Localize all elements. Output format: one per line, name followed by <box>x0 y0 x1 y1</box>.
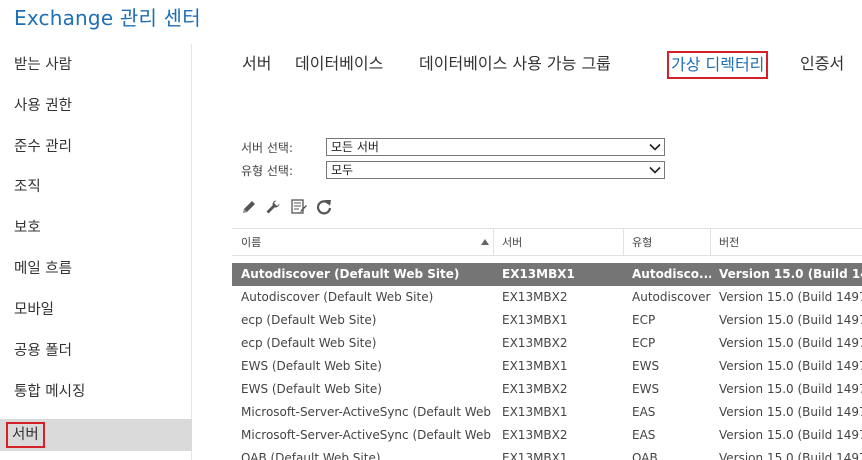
cell-name: EWS (Default Web Site) <box>241 359 382 373</box>
sidebar-item-label: 메일 흐름 <box>14 261 72 277</box>
cell-server: EX13MBX1 <box>502 313 568 327</box>
cell-type: ECP <box>632 336 656 350</box>
wrench-icon[interactable] <box>264 198 282 216</box>
table-row[interactable]: OAB (Default Web Site) EX13MBX1 OAB Vers… <box>232 447 862 460</box>
table-row[interactable]: ecp (Default Web Site) EX13MBX1 ECP Vers… <box>232 309 862 332</box>
sidebar-item-label: 받는 사람 <box>14 57 72 73</box>
server-select[interactable]: 모든 서버 <box>326 138 665 156</box>
sidebar-item-public-folders[interactable]: 공용 폴더 <box>0 336 192 366</box>
app-title: Exchange 관리 센터 <box>14 6 201 30</box>
cell-name: ecp (Default Web Site) <box>241 336 377 350</box>
cell-name: EWS (Default Web Site) <box>241 382 382 396</box>
column-header-server[interactable]: 서버 <box>493 229 624 256</box>
sidebar-item-label: 조직 <box>14 179 41 195</box>
cell-version: Version 15.0 (Build 1497.2) <box>719 428 862 442</box>
chevron-down-icon <box>649 166 661 174</box>
sidebar-item-label: 서버 <box>6 422 45 448</box>
cell-server: EX13MBX1 <box>502 451 568 460</box>
sidebar-item-unified-messaging[interactable]: 통합 메시징 <box>0 377 192 407</box>
cell-server: EX13MBX2 <box>502 290 568 304</box>
chevron-down-icon <box>649 143 661 151</box>
cell-server: EX13MBX2 <box>502 428 568 442</box>
tab-virtual-directories[interactable]: 가상 디렉터리 <box>667 51 769 79</box>
cell-type: EAS <box>632 428 656 442</box>
table-header: 이름 서버 유형 버전 <box>232 228 862 256</box>
cell-name: ecp (Default Web Site) <box>241 313 377 327</box>
type-select-label: 유형 선택: <box>241 164 294 178</box>
sidebar-item-organization[interactable]: 조직 <box>0 172 192 202</box>
cell-server: EX13MBX2 <box>502 382 568 396</box>
type-select[interactable]: 모두 <box>326 161 665 179</box>
sidebar-item-label: 보호 <box>14 220 41 236</box>
sidebar-item-label: 준수 관리 <box>14 139 72 155</box>
sidebar-item-protection[interactable]: 보호 <box>0 213 192 243</box>
cell-version: Version 15.0 (Build 1497.2) <box>719 359 862 373</box>
cell-name: Microsoft-Server-ActiveSync (Default Web… <box>241 405 494 419</box>
sidebar-item-label: 사용 권한 <box>14 98 72 114</box>
sidebar-item-mail-flow[interactable]: 메일 흐름 <box>0 254 192 284</box>
cell-type: EWS <box>632 359 660 373</box>
cell-type: ECP <box>632 313 656 327</box>
cell-version: Version 15.0 (Build 1497.2) <box>719 405 862 419</box>
sidebar-item-permissions[interactable]: 사용 권한 <box>0 91 192 121</box>
properties-icon[interactable] <box>290 198 308 216</box>
server-select-label: 서버 선택: <box>241 141 294 155</box>
table-row[interactable]: EWS (Default Web Site) EX13MBX2 EWS Vers… <box>232 378 862 401</box>
column-header-version[interactable]: 버전 <box>710 229 862 256</box>
cell-version: Version 15.0 (Build 1497.2) <box>719 451 862 460</box>
table-row[interactable]: Microsoft-Server-ActiveSync (Default Web… <box>232 401 862 424</box>
sidebar-item-mobile[interactable]: 모바일 <box>0 295 192 325</box>
sidebar-item-compliance[interactable]: 준수 관리 <box>0 132 192 162</box>
tab-certificates[interactable]: 인증서 <box>800 52 844 80</box>
cell-version: Version 15.0 (Build 1497.2) <box>719 313 862 327</box>
cell-type: OAB <box>632 451 658 460</box>
cell-type: Autodiscover <box>632 290 711 304</box>
cell-type: Autodisco... <box>632 267 711 281</box>
cell-type: EAS <box>632 405 656 419</box>
table-row[interactable]: Autodiscover (Default Web Site) EX13MBX1… <box>232 263 862 286</box>
sidebar: 받는 사람 사용 권한 준수 관리 조직 보호 메일 흐름 모바일 공용 폴더 … <box>0 44 192 460</box>
sidebar-item-recipients[interactable]: 받는 사람 <box>0 50 192 80</box>
cell-version: Version 15.0 (Build 1497.2) <box>719 290 862 304</box>
tab-database-availability-groups[interactable]: 데이터베이스 사용 가능 그룹 <box>419 52 611 80</box>
table-row[interactable]: EWS (Default Web Site) EX13MBX1 EWS Vers… <box>232 355 862 378</box>
refresh-icon[interactable] <box>315 198 333 216</box>
cell-server: EX13MBX1 <box>502 405 568 419</box>
sidebar-item-servers[interactable]: 서버 <box>0 419 192 451</box>
server-select-value: 모든 서버 <box>331 140 379 154</box>
cell-type: EWS <box>632 382 660 396</box>
cell-server: EX13MBX1 <box>502 267 575 281</box>
cell-name: Autodiscover (Default Web Site) <box>241 290 434 304</box>
cell-name: Autodiscover (Default Web Site) <box>241 267 460 281</box>
sort-ascending-icon <box>481 239 489 245</box>
table-row[interactable]: ecp (Default Web Site) EX13MBX2 ECP Vers… <box>232 332 862 355</box>
cell-version: Version 15.0 (Build 1497.2) <box>719 382 862 396</box>
tab-servers[interactable]: 서버 <box>242 52 271 80</box>
cell-name: Microsoft-Server-ActiveSync (Default Web… <box>241 428 494 442</box>
cell-version: Version 15.0 (Build 1497.2) <box>719 336 862 350</box>
edit-icon[interactable] <box>240 198 258 216</box>
sidebar-item-label: 공용 폴더 <box>14 343 72 359</box>
sidebar-item-label: 통합 메시징 <box>14 384 86 400</box>
cell-server: EX13MBX2 <box>502 336 568 350</box>
type-select-value: 모두 <box>331 163 354 177</box>
cell-version: Version 15.0 (Build 1497.2) <box>719 267 862 281</box>
cell-name: OAB (Default Web Site) <box>241 451 381 460</box>
cell-server: EX13MBX1 <box>502 359 568 373</box>
table-row[interactable]: Microsoft-Server-ActiveSync (Default Web… <box>232 424 862 447</box>
column-header-name[interactable]: 이름 <box>232 229 494 256</box>
column-header-type[interactable]: 유형 <box>623 229 711 256</box>
table-row[interactable]: Autodiscover (Default Web Site) EX13MBX2… <box>232 286 862 309</box>
sidebar-item-label: 모바일 <box>14 302 55 318</box>
tab-databases[interactable]: 데이터베이스 <box>295 52 383 80</box>
